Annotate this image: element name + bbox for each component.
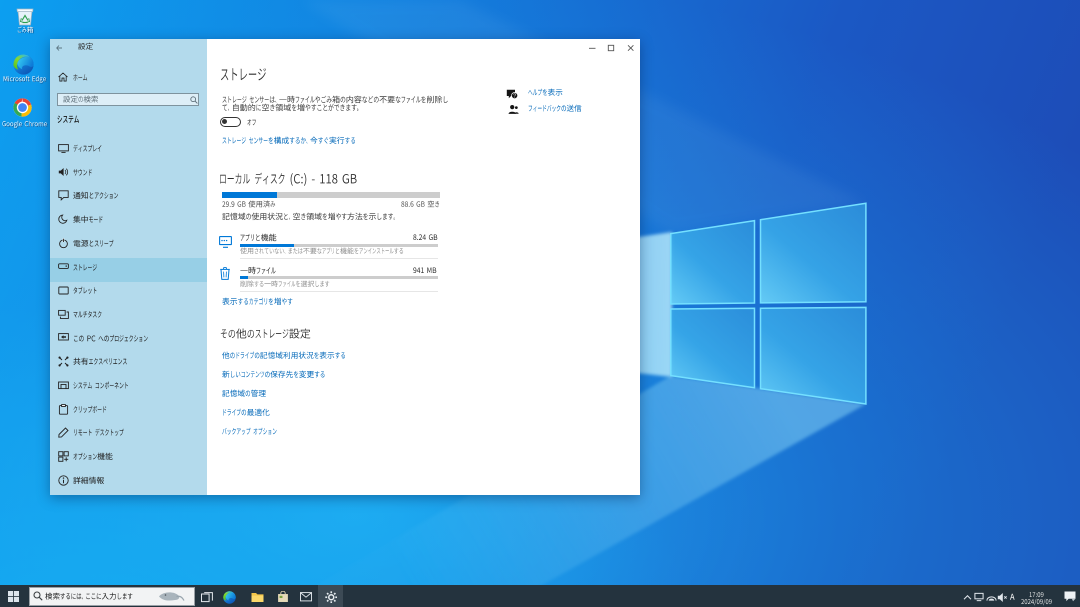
svg-text:?: ? (513, 93, 516, 99)
